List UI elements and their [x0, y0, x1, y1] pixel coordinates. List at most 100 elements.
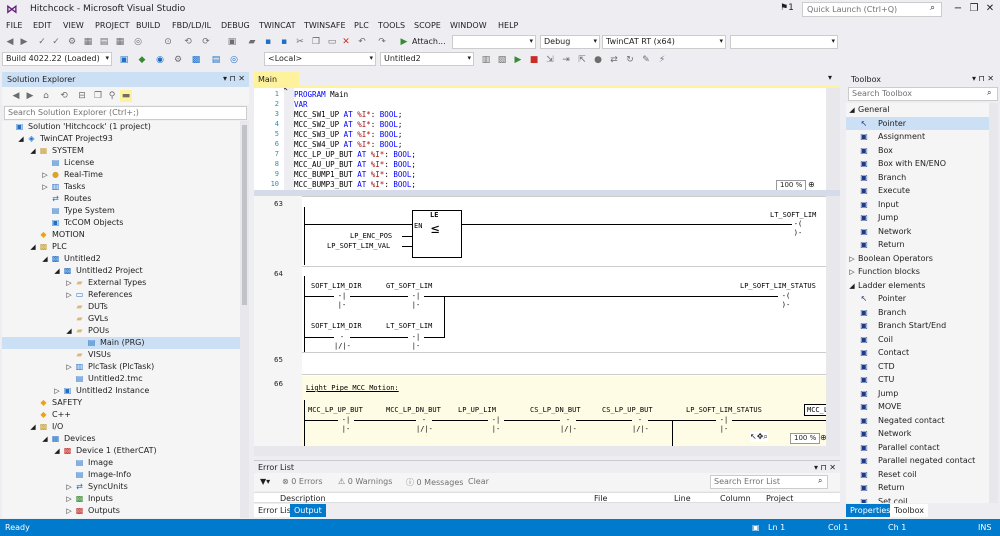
start-icon[interactable]: ▶: [398, 36, 410, 48]
zoom-icon[interactable]: ⊕: [808, 180, 815, 189]
properties-icon[interactable]: ⚲: [106, 90, 118, 102]
target-dropdown[interactable]: ▾: [730, 35, 838, 49]
logout-icon[interactable]: ▧: [496, 54, 508, 66]
redo-icon[interactable]: ↷: [376, 36, 388, 48]
toolbox-item[interactable]: ▣ Input: [846, 198, 989, 211]
coil-label-lt-soft-lim[interactable]: LT_SOFT_LIM: [770, 211, 816, 219]
code-line[interactable]: MCC_BUMP1_BUT AT %I*: BOOL;: [294, 170, 416, 180]
save-icon[interactable]: ▪: [262, 36, 274, 48]
expand-arrow-icon[interactable]: ◢: [52, 265, 62, 277]
tree-item[interactable]: ▷ ▩ Outputs: [2, 505, 240, 517]
toolbox-item[interactable]: ▣ Jump: [846, 387, 989, 400]
open-folder-icon[interactable]: ▰: [246, 36, 258, 48]
toolbox-item[interactable]: ▣ Return: [846, 238, 989, 251]
coil-lt-soft-lim[interactable]: -( )-: [790, 220, 806, 237]
toolbox-item[interactable]: ▣ Branch: [846, 171, 989, 184]
toolbox-item[interactable]: ▣ Return: [846, 481, 989, 494]
code-line[interactable]: MCC_SW1_UP AT %I*: BOOL;: [294, 110, 402, 120]
contact-label[interactable]: CS_LP_UP_BUT: [602, 406, 653, 414]
tree-item[interactable]: ▤ License: [2, 157, 240, 169]
toolbox-item[interactable]: ▣ Assignment: [846, 130, 989, 143]
tree-item[interactable]: ◢ ▩ PLC: [2, 241, 240, 253]
toolbox-item[interactable]: ▣ Contact: [846, 346, 989, 359]
contact-soft-lim-dir[interactable]: -| |-: [334, 292, 350, 309]
tree-item[interactable]: ▰ VISUs: [2, 349, 240, 361]
tree-item[interactable]: ▷ ● Real-Time: [2, 169, 240, 181]
preview-icon[interactable]: ▬: [120, 90, 132, 102]
toolbox-item[interactable]: ▣ Jump: [846, 211, 989, 224]
local-target-dropdown[interactable]: <Local> ▾: [264, 52, 376, 66]
tree-item[interactable]: ▷ ⇄ SyncUnits: [2, 481, 240, 493]
menu-tools[interactable]: TOOLS: [378, 21, 405, 30]
code-line[interactable]: MCC_SW4_UP AT %I*: BOOL;: [294, 140, 402, 150]
code-line[interactable]: MCC_LP_UP_BUT AT %I*: BOOL;: [294, 150, 416, 160]
scan-icon[interactable]: ▩: [190, 54, 202, 66]
tree-item[interactable]: ▤ Main (PRG): [2, 337, 240, 349]
tree-item[interactable]: ◆ C++: [2, 409, 240, 421]
toolbox-item[interactable]: ▣ Box: [846, 144, 989, 157]
negated-contact[interactable]: -|/|-: [416, 416, 433, 433]
plc-config-icon[interactable]: ▣: [118, 54, 130, 66]
expand-arrow-icon[interactable]: ▷: [52, 385, 62, 397]
messages-filter-button[interactable]: ⓘ 0 Messages: [406, 477, 463, 488]
contact[interactable]: -| |-: [338, 416, 354, 433]
delete-icon[interactable]: ✕: [340, 36, 352, 48]
build-version-dropdown[interactable]: Build 4022.22 (Loaded) ▾: [2, 52, 112, 66]
expand-arrow-icon[interactable]: ◢: [40, 253, 50, 265]
expand-arrow-icon[interactable]: ▷: [64, 493, 74, 505]
tree-item[interactable]: ▣ TcCOM Objects: [2, 217, 240, 229]
toolbox-group[interactable]: ◢ Ladder elements: [846, 279, 989, 292]
menu-plc[interactable]: PLC: [354, 21, 369, 30]
contact-label[interactable]: MCC_LP_DN_BUT: [386, 406, 441, 414]
col-description[interactable]: Description: [280, 494, 326, 503]
tab-main[interactable]: Main ⊓ ✕: [254, 72, 299, 93]
solution-tree-scroll-thumb[interactable]: [242, 125, 247, 305]
menu-view[interactable]: VIEW: [63, 21, 84, 30]
contact[interactable]: -| |-: [488, 416, 504, 433]
expand-arrow-icon[interactable]: ▷: [64, 481, 74, 493]
nav-forward-icon[interactable]: ⟳: [200, 36, 212, 48]
toolbox-item[interactable]: ↖ Pointer: [846, 292, 989, 305]
tree-item[interactable]: ▰ GVLs: [2, 313, 240, 325]
toolbox-item[interactable]: ▣ CTU: [846, 373, 989, 386]
menu-twinsafe[interactable]: TWINSAFE: [304, 21, 346, 30]
show-all-files-icon[interactable]: ❐: [92, 90, 104, 102]
solution-config-dropdown[interactable]: ▾: [452, 35, 536, 49]
contact-label-soft-lim-dir[interactable]: SOFT_LIM_DIR: [311, 282, 362, 290]
expand-arrow-icon[interactable]: ▷: [64, 277, 74, 289]
code-line[interactable]: MCC_SW3_UP AT %I*: BOOL;: [294, 130, 402, 140]
tree-item[interactable]: ▷ ▥ Tasks: [2, 181, 240, 193]
expand-arrow-icon[interactable]: ▷: [40, 169, 50, 181]
toolbox-item[interactable]: ▣ Set coil: [846, 495, 989, 504]
close-button[interactable]: ✕: [982, 2, 998, 16]
tree-item[interactable]: ▷ ▩ Inputs: [2, 493, 240, 505]
coil-label-lp-soft-lim-status[interactable]: LP_SOFT_LIM_STATUS: [740, 282, 816, 290]
tree-item[interactable]: ◢ ▩ I/O: [2, 421, 240, 433]
maximize-button[interactable]: ❐: [966, 2, 982, 16]
tree-item[interactable]: ▷ ▥ PlcTask (PlcTask): [2, 361, 240, 373]
contact[interactable]: -| |-: [716, 416, 732, 433]
tree-item[interactable]: ◢ ▩ Device 1 (EtherCAT): [2, 445, 240, 457]
copy-icon[interactable]: ❐: [310, 36, 322, 48]
toolbox-pin-close-icon[interactable]: ▾ ⊓ ✕: [972, 74, 994, 83]
nav-back-icon[interactable]: ⟲: [182, 36, 194, 48]
expand-arrow-icon[interactable]: ◢: [28, 241, 38, 253]
forward-icon[interactable]: ▶: [18, 36, 30, 48]
contact-label-lt-soft-lim[interactable]: LT_SOFT_LIM: [386, 322, 432, 330]
tab-overflow-icon[interactable]: ▾: [828, 73, 832, 82]
step-into-icon[interactable]: ⇲: [544, 54, 556, 66]
menu-fbdldil[interactable]: FBD/LD/IL: [172, 21, 211, 30]
menu-file[interactable]: FILE: [6, 21, 22, 30]
code-line[interactable]: MCC_AU_UP_BUT AT %I*: BOOL;: [294, 160, 416, 170]
collapse-all-icon[interactable]: ⊟: [76, 90, 88, 102]
notification-flag-icon[interactable]: ⚑1: [780, 3, 794, 13]
tree-item[interactable]: ◢ ▰ POUs: [2, 325, 240, 337]
save-all-icon[interactable]: ▪: [278, 36, 290, 48]
expand-arrow-icon[interactable]: ◢: [28, 421, 38, 433]
coil-lp-soft-lim-status[interactable]: -( )-: [778, 292, 794, 309]
flow-icon[interactable]: ⇄: [608, 54, 620, 66]
tab-properties[interactable]: Properties: [846, 504, 895, 517]
tree-item[interactable]: ▤ Image-Info: [2, 469, 240, 481]
tree-item[interactable]: ▣ Solution 'Hitchcock' (1 project): [2, 121, 240, 133]
config-dropdown[interactable]: Debug ▾: [540, 35, 600, 49]
